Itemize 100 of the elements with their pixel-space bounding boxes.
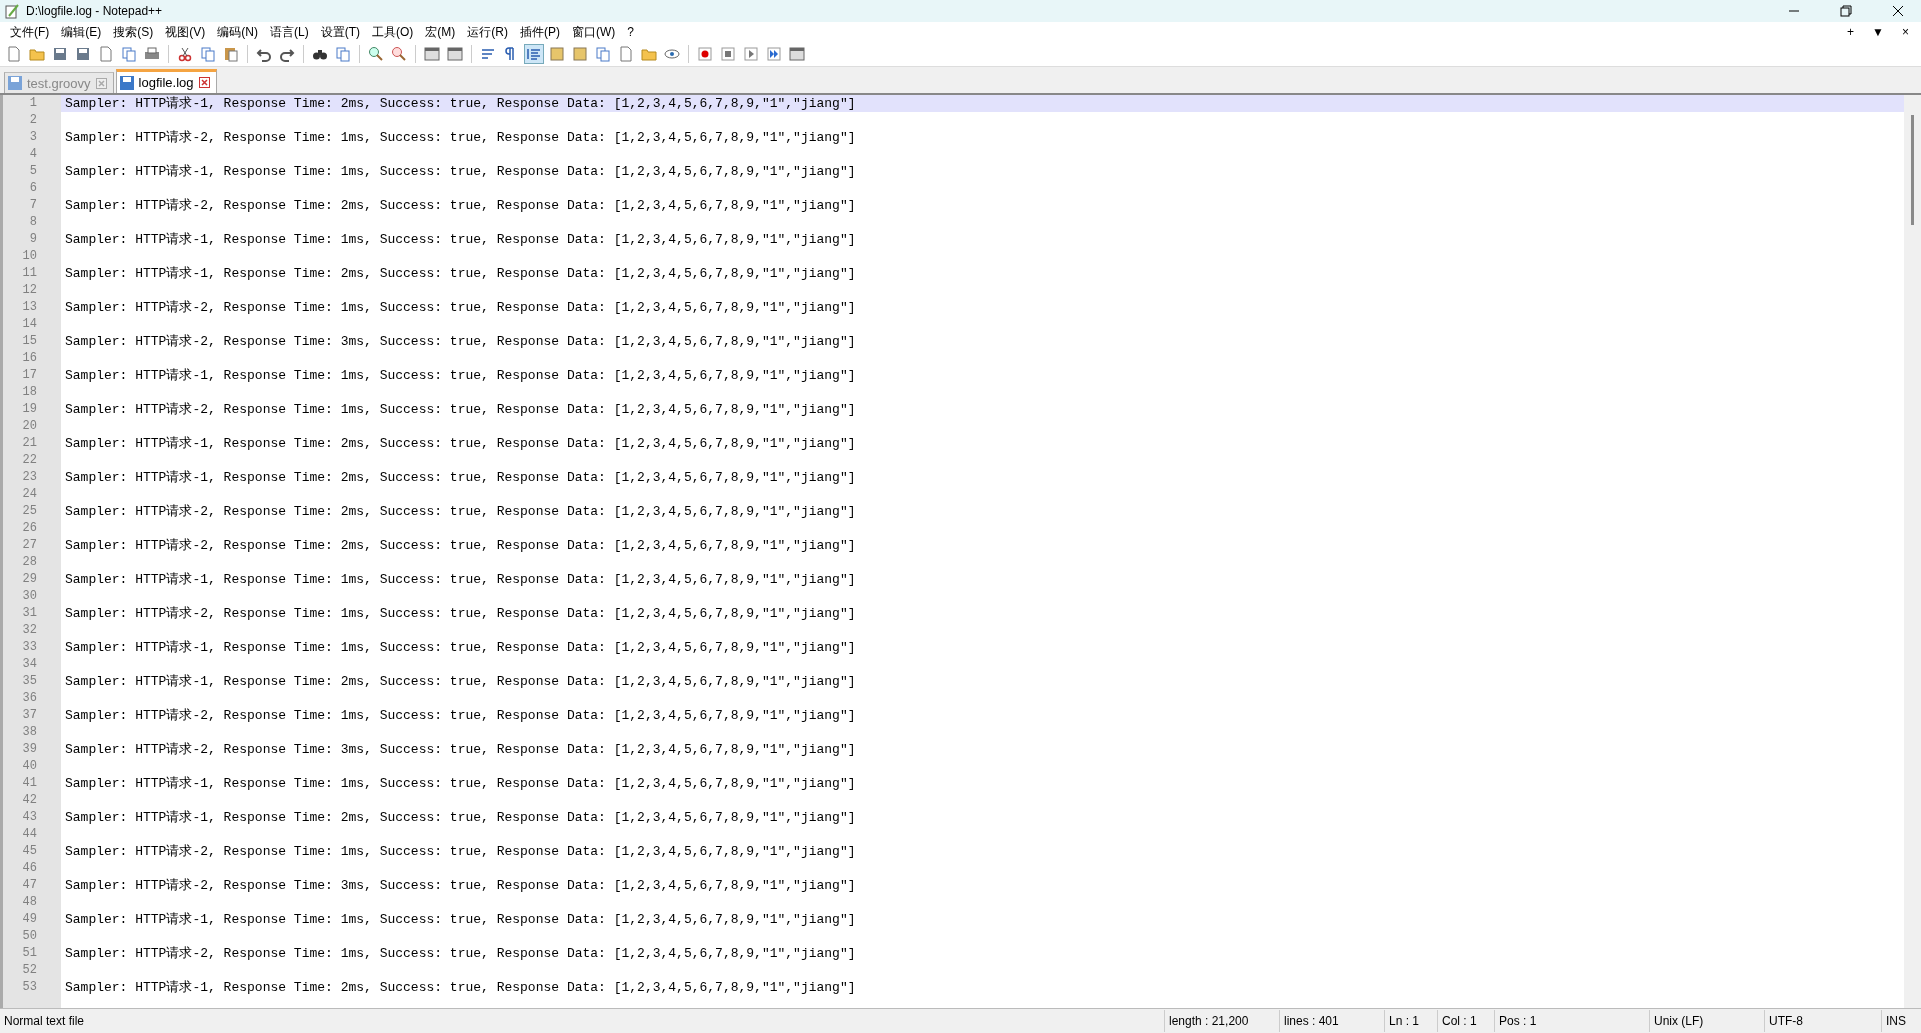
code-text: Sampler: HTTP请求-1, Response Time: 1ms, Success: true, Response Data: [1,2,3,4,5,6,7,8,9,"1","jiang"] — [64, 163, 856, 180]
line-number: 25 — [21, 503, 37, 520]
play-icon — [743, 46, 759, 62]
code-text: Sampler: HTTP请求-1, Response Time: 2ms, Success: true, Response Data: [1,2,3,4,5,6,7,8,9,"1","jiang"] — [64, 673, 856, 690]
encoding-label: UTF-8 — [1764, 1010, 1881, 1032]
line-number: 22 — [21, 452, 37, 469]
window-button[interactable] — [787, 44, 807, 64]
code-text: Sampler: HTTP请求-1, Response Time: 1ms, Success: true, Response Data: [1,2,3,4,5,6,7,8,9,"1","jiang"] — [64, 231, 856, 248]
redo-icon — [279, 46, 295, 62]
menu-item[interactable]: 搜索(S) — [107, 21, 160, 43]
menu-button[interactable]: × — [1896, 23, 1915, 41]
menu-item[interactable]: ? — [621, 23, 640, 41]
line-number: 17 — [21, 367, 37, 384]
line-number: 35 — [21, 673, 37, 690]
code-text: Sampler: HTTP请求-2, Response Time: 1ms, Success: true, Response Data: [1,2,3,4,5,6,7,8,9,"1","jiang"] — [64, 707, 856, 724]
window-button[interactable] — [422, 44, 442, 64]
line-number: 48 — [21, 894, 37, 911]
menu-item[interactable]: 工具(O) — [366, 21, 420, 43]
menu-item[interactable]: 宏(M) — [419, 21, 462, 43]
line-number: 39 — [21, 741, 37, 758]
line-number: 4 — [28, 146, 37, 163]
fast-forward-icon — [766, 46, 782, 62]
file-tab[interactable]: logfile.log — [115, 69, 217, 93]
play-button[interactable] — [741, 44, 761, 64]
menu-button[interactable]: + — [1841, 23, 1861, 41]
fast-forward-button[interactable] — [764, 44, 784, 64]
position-label: Pos : 1 — [1494, 1010, 1649, 1032]
menu-item[interactable]: 视图(V) — [159, 21, 212, 43]
length-label: length : 21,200 — [1164, 1010, 1279, 1032]
code-text: Sampler: HTTP请求-1, Response Time: 1ms, Success: true, Response Data: [1,2,3,4,5,6,7,8,9,"1","jiang"] — [64, 775, 856, 792]
line-number: 43 — [21, 809, 37, 826]
new-file-icon — [6, 46, 22, 62]
line-number: 9 — [28, 231, 37, 248]
line-number: 53 — [21, 979, 37, 996]
line-number: 37 — [21, 707, 37, 724]
line-ending-label: Unix (LF) — [1649, 1010, 1764, 1032]
line-number: 14 — [21, 316, 37, 333]
menu-item[interactable]: 窗口(W) — [566, 21, 622, 43]
copy-button[interactable] — [198, 44, 218, 64]
line-number: 16 — [21, 350, 37, 367]
copy-icon — [200, 46, 216, 62]
save-all-icon — [75, 46, 91, 62]
code-text: Sampler: HTTP请求-1, Response Time: 1ms, Success: true, Response Data: [1,2,3,4,5,6,7,8,9,"1","jiang"] — [64, 571, 856, 588]
line-number: 46 — [21, 860, 37, 877]
file-type-label: Normal text file — [3, 1013, 86, 1030]
line-number: 50 — [21, 928, 37, 945]
pages-button[interactable] — [593, 44, 613, 64]
line-number: 51 — [21, 945, 37, 962]
menu-item[interactable]: 编辑(E) — [55, 21, 108, 43]
window-title: D:\logfile.log - Notepad++ — [26, 4, 164, 18]
code-text: Sampler: HTTP请求-1, Response Time: 2ms, Success: true, Response Data: [1,2,3,4,5,6,7,8,9,"1","jiang"] — [64, 469, 856, 486]
line-number: 26 — [21, 520, 37, 537]
record-button[interactable] — [695, 44, 715, 64]
save-icon — [119, 75, 134, 90]
code-text: Sampler: HTTP请求-2, Response Time: 3ms, Success: true, Response Data: [1,2,3,4,5,6,7,8,9,"1","jiang"] — [64, 877, 856, 894]
line-number: 18 — [21, 384, 37, 401]
menu-button[interactable]: ▼ — [1866, 23, 1890, 41]
column-label: Col : 1 — [1437, 1010, 1494, 1032]
stop-icon — [720, 46, 736, 62]
window-icon — [447, 46, 463, 62]
line-number: 3 — [28, 129, 37, 146]
line-number: 33 — [21, 639, 37, 656]
close-icon[interactable] — [198, 77, 210, 88]
line-number: 28 — [21, 554, 37, 571]
code-text: Sampler: HTTP请求-1, Response Time: 1ms, Success: true, Response Data: [1,2,3,4,5,6,7,8,9,"1","jiang"] — [64, 367, 856, 384]
insert-mode-label: INS — [1881, 1010, 1921, 1032]
code-text: Sampler: HTTP请求-2, Response Time: 3ms, Success: true, Response Data: [1,2,3,4,5,6,7,8,9,"1","jiang"] — [64, 333, 856, 350]
line-number: 13 — [21, 299, 37, 316]
indent-guide-button[interactable] — [524, 44, 544, 64]
code-text: Sampler: HTTP请求-1, Response Time: 2ms, Success: true, Response Data: [1,2,3,4,5,6,7,8,9,"1","jiang"] — [64, 95, 856, 112]
line-number: 44 — [21, 826, 37, 843]
code-text: Sampler: HTTP请求-2, Response Time: 2ms, Success: true, Response Data: [1,2,3,4,5,6,7,8,9,"1","jiang"] — [64, 537, 856, 554]
code-text: Sampler: HTTP请求-2, Response Time: 3ms, Success: true, Response Data: [1,2,3,4,5,6,7,8,9,"1","jiang"] — [64, 741, 856, 758]
line-number: 12 — [21, 282, 37, 299]
stop-button[interactable] — [718, 44, 738, 64]
menu-item[interactable]: 设置(T) — [314, 21, 366, 43]
line-number: 41 — [21, 775, 37, 792]
window-button[interactable] — [445, 44, 465, 64]
close-icon — [1892, 5, 1904, 17]
code-text: Sampler: HTTP请求-1, Response Time: 1ms, Success: true, Response Data: [1,2,3,4,5,6,7,8,9,"1","jiang"] — [64, 911, 856, 928]
line-number: 45 — [21, 843, 37, 860]
line-number: 52 — [21, 962, 37, 979]
code-text: Sampler: HTTP请求-2, Response Time: 1ms, Success: true, Response Data: [1,2,3,4,5,6,7,8,9,"1","jiang"] — [64, 299, 856, 316]
code-text: Sampler: HTTP请求-2, Response Time: 1ms, Success: true, Response Data: [1,2,3,4,5,6,7,8,9,"1","jiang"] — [64, 945, 856, 962]
line-number: 31 — [21, 605, 37, 622]
menu-item[interactable]: 编码(N) — [211, 21, 264, 43]
print-icon — [144, 46, 160, 62]
menu-item[interactable]: 语言(L) — [264, 21, 315, 43]
menu-item[interactable]: 文件(F) — [4, 21, 56, 43]
line-number: 5 — [28, 163, 37, 180]
folder-icon — [29, 46, 45, 62]
word-wrap-icon — [480, 46, 496, 62]
code-text: Sampler: HTTP请求-1, Response Time: 1ms, Success: true, Response Data: [1,2,3,4,5,6,7,8,9,"1","jiang"] — [64, 639, 856, 656]
save-icon — [8, 76, 22, 90]
scrollbar[interactable] — [1904, 95, 1921, 1008]
code-text: Sampler: HTTP请求-2, Response Time: 2ms, Success: true, Response Data: [1,2,3,4,5,6,7,8,9,"1","jiang"] — [64, 503, 856, 520]
menu-item[interactable]: 插件(P) — [514, 21, 566, 43]
line-number: 27 — [21, 537, 37, 554]
menu-item[interactable]: 运行(R) — [461, 21, 514, 43]
line-number: 6 — [28, 180, 37, 197]
